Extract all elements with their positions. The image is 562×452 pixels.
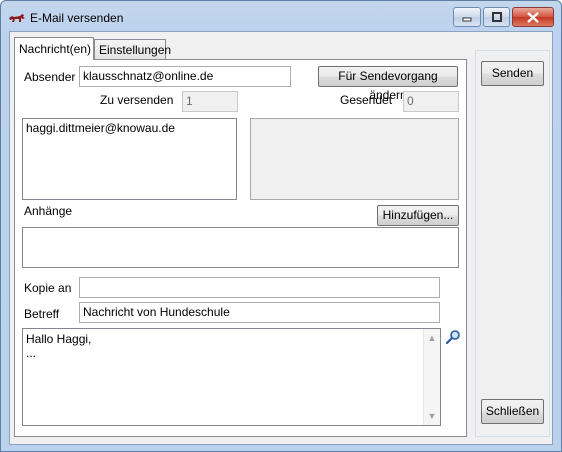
gesendet-label: Gesendet [340, 93, 393, 107]
maximize-button[interactable] [483, 7, 510, 27]
email-dialog-window: E-Mail versenden Nachricht(en) Einstellu… [0, 0, 562, 452]
message-scrollbar[interactable]: ▲ ▼ [423, 329, 440, 425]
subject-input[interactable]: Nachricht von Hundeschule [79, 302, 440, 323]
list-item[interactable]: haggi.dittmeier@knowau.de [26, 121, 175, 135]
minimize-icon [454, 8, 480, 26]
close-window-button[interactable] [512, 7, 554, 27]
minimize-button[interactable] [453, 7, 481, 27]
message-body-text: Hallo Haggi, ... [26, 332, 92, 360]
add-attachment-button[interactable]: Hinzufügen... [377, 205, 459, 226]
dialog-client-area: Nachricht(en) Einstellungen Absender kla… [9, 31, 553, 445]
pending-count-field: 1 [182, 91, 238, 112]
betreff-label: Betreff [24, 307, 60, 321]
message-body-textarea[interactable]: Hallo Haggi, ... ▲ ▼ [22, 328, 441, 426]
send-button[interactable]: Senden [481, 61, 544, 86]
cc-input[interactable] [79, 277, 440, 298]
scroll-up-arrow-icon[interactable]: ▲ [424, 330, 440, 346]
zu-versenden-label: Zu versenden [100, 93, 174, 107]
scroll-down-arrow-icon[interactable]: ▼ [424, 408, 440, 424]
kopie-label: Kopie an [24, 281, 72, 295]
tab-label: Nachricht(en) [19, 42, 92, 56]
magnifier-icon[interactable] [445, 329, 461, 345]
tab-nachrichten[interactable]: Nachricht(en) [14, 37, 94, 60]
preview-pane [250, 118, 459, 200]
window-title: E-Mail versenden [30, 11, 124, 25]
change-sender-button[interactable]: Für Sendevorgang ändern [318, 66, 458, 102]
action-panel: Senden Schließen [475, 50, 550, 437]
close-icon [513, 8, 553, 26]
tab-label: Einstellungen [99, 43, 172, 57]
sender-input[interactable]: klausschnatz@online.de [79, 66, 291, 87]
tab-einstellungen[interactable]: Einstellungen [94, 39, 171, 59]
absender-label: Absender [24, 70, 76, 84]
title-bar[interactable]: E-Mail versenden [1, 1, 561, 31]
maximize-icon [484, 8, 509, 26]
attachments-list[interactable] [22, 227, 459, 268]
messages-tab-panel: Absender klausschnatz@online.de Für Send… [14, 59, 467, 437]
anhaenge-label: Anhänge [24, 204, 73, 218]
close-button[interactable]: Schließen [481, 399, 544, 424]
dog-app-icon [9, 14, 25, 22]
recipients-list[interactable]: haggi.dittmeier@knowau.de [22, 118, 237, 200]
sent-count-field: 0 [403, 91, 459, 112]
